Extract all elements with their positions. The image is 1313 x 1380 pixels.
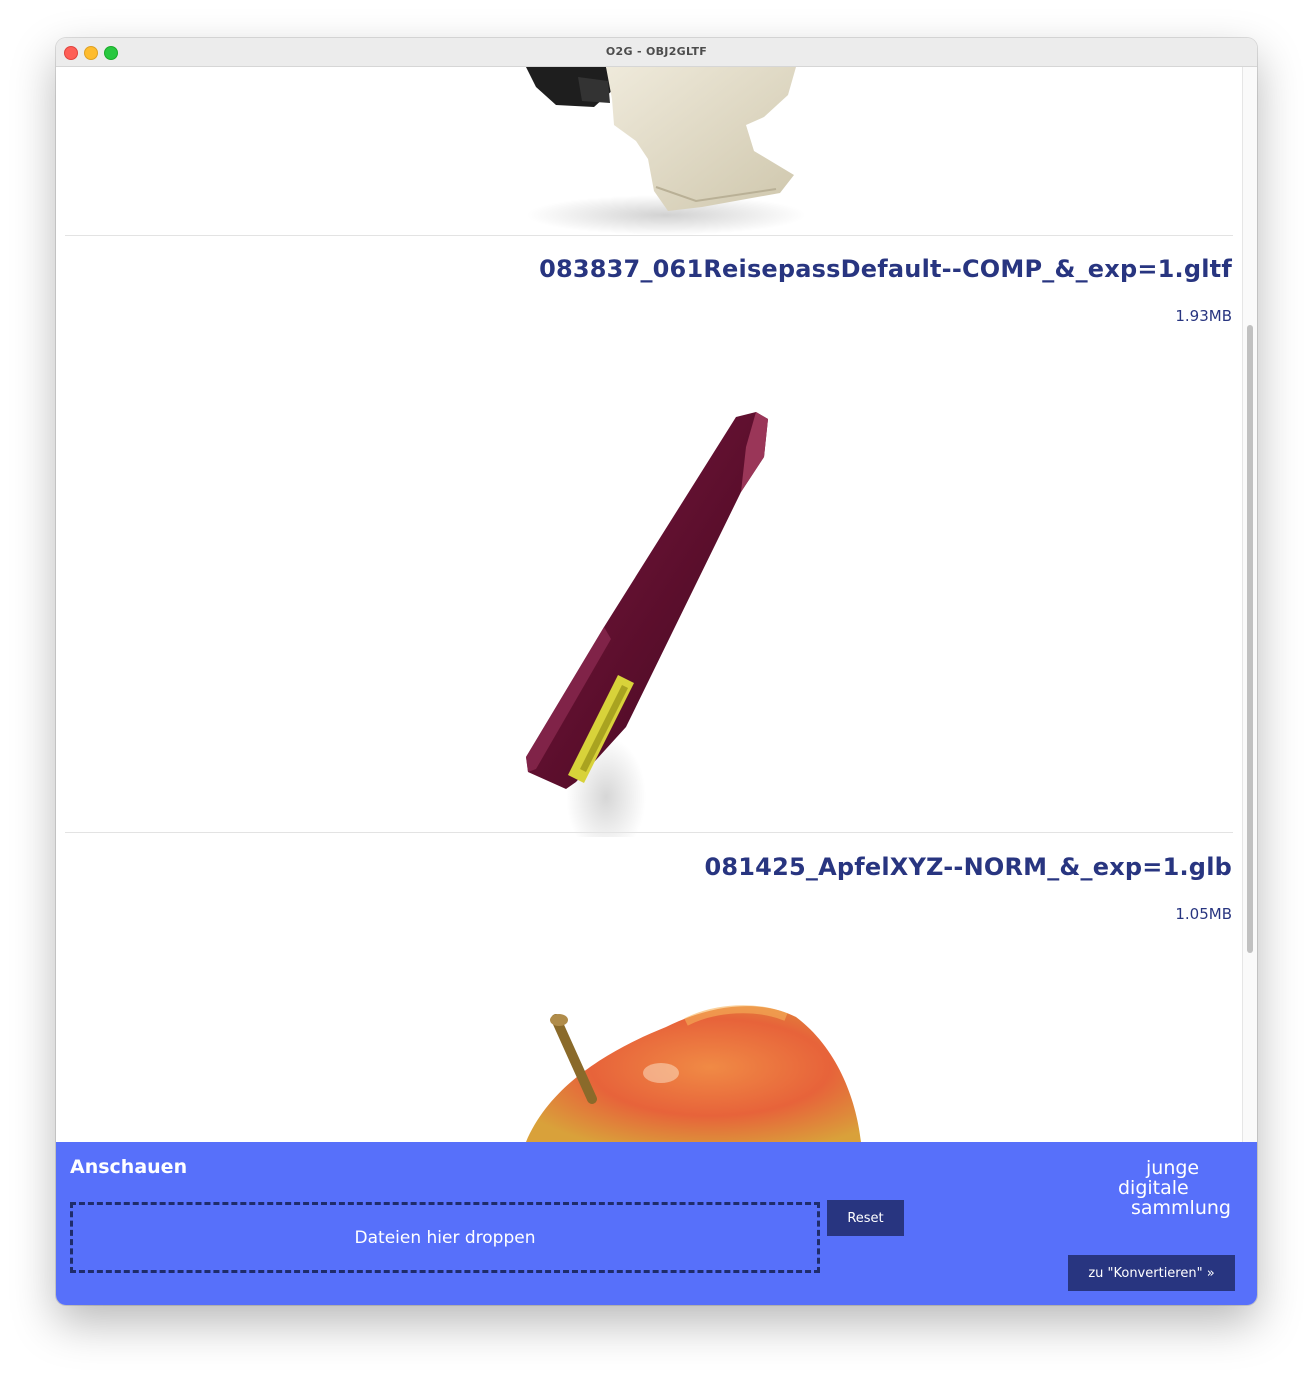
scrollbar-thumb[interactable] bbox=[1247, 325, 1253, 953]
window-title: O2G - OBJ2GLTF bbox=[605, 45, 708, 58]
file-dropzone[interactable]: Dateien hier droppen bbox=[70, 1202, 820, 1273]
file-size: 1.93MB bbox=[1175, 307, 1232, 325]
junge-digitale-sammlung-logo: junge digitale sammlung bbox=[1116, 1158, 1242, 1220]
passport-model-preview[interactable] bbox=[506, 397, 806, 837]
file-divider bbox=[65, 832, 1233, 833]
apple-model-preview[interactable] bbox=[456, 987, 876, 1143]
file-list: 083837_061ReisepassDefault--COMP_&_exp=1… bbox=[56, 67, 1242, 1143]
logo-line: junge bbox=[1146, 1157, 1200, 1179]
reset-button[interactable]: Reset bbox=[827, 1200, 904, 1236]
logo-line: sammlung bbox=[1131, 1197, 1231, 1219]
logo-line: digitale bbox=[1118, 1177, 1189, 1199]
bust-model-preview bbox=[526, 67, 806, 235]
view-panel: Anschauen Dateien hier droppen Reset jun… bbox=[56, 1142, 1257, 1305]
panel-title: Anschauen bbox=[70, 1156, 188, 1178]
go-to-convert-button[interactable]: zu "Konvertieren" » bbox=[1068, 1255, 1235, 1291]
dropzone-label: Dateien hier droppen bbox=[354, 1227, 536, 1248]
app-window: O2G - OBJ2GLTF 083837_061ReisepassDefaul… bbox=[56, 38, 1257, 1305]
file-name: 083837_061ReisepassDefault--COMP_&_exp=1… bbox=[539, 255, 1232, 283]
title-bar: O2G - OBJ2GLTF bbox=[56, 38, 1257, 67]
vertical-scrollbar[interactable] bbox=[1242, 67, 1257, 1143]
file-name: 081425_ApfelXYZ--NORM_&_exp=1.glb bbox=[704, 853, 1232, 881]
file-divider bbox=[65, 235, 1233, 236]
file-size: 1.05MB bbox=[1175, 905, 1232, 923]
